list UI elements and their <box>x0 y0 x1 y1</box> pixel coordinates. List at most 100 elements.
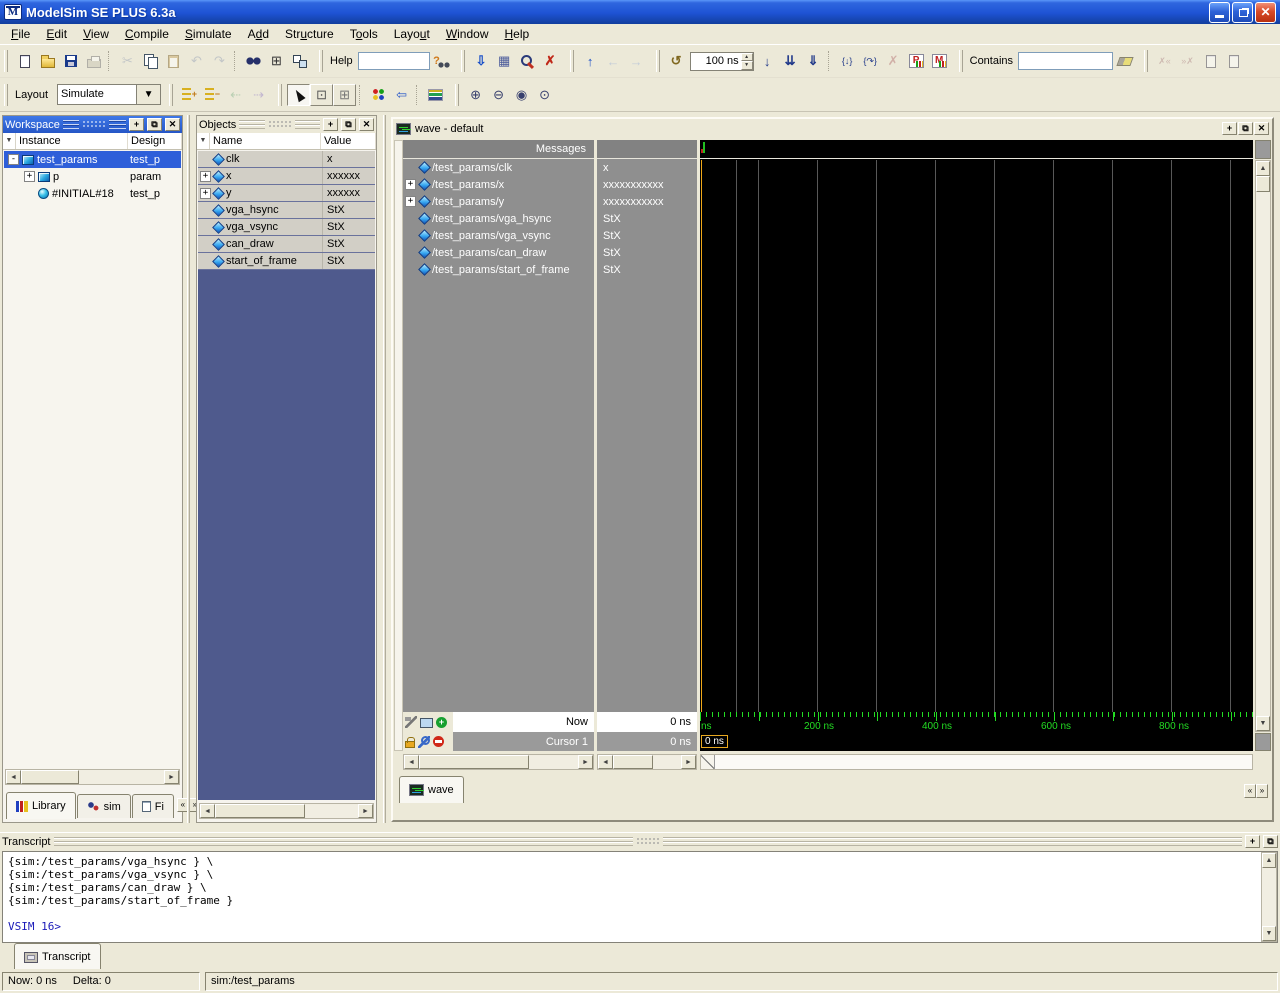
wave-plot-area[interactable] <box>700 140 1253 712</box>
wave-signal-row[interactable]: +/test_params/x <box>403 176 594 193</box>
add-selected-to-wave-icon[interactable]: + <box>178 84 201 106</box>
messages-column-header[interactable]: Messages <box>403 140 594 159</box>
zoom-full-icon[interactable]: ◉ <box>510 84 533 106</box>
restore-button[interactable] <box>1232 2 1253 23</box>
toolbar-grip-icon[interactable] <box>570 50 574 72</box>
simulate-icon[interactable] <box>516 50 539 72</box>
object-row[interactable]: clkx <box>198 151 375 168</box>
wave-titlebar[interactable]: wave - default + ⧉ ✕ <box>393 119 1272 138</box>
scroll-left-icon[interactable]: ◄ <box>6 770 21 784</box>
objects-header[interactable]: Objects + ⧉ ✕ <box>197 116 376 133</box>
workspace-hscrollbar[interactable]: ◄ ► <box>5 769 180 785</box>
menu-window[interactable]: Window <box>438 25 497 43</box>
undock-pane-button[interactable]: ⧉ <box>1263 835 1278 848</box>
expand-icon[interactable]: ⊞ <box>265 50 288 72</box>
timeline-ruler[interactable]: ns 200 ns400 ns600 ns800 ns 0 ns <box>700 712 1253 751</box>
object-row[interactable]: vga_hsyncStX <box>198 202 375 219</box>
object-row[interactable]: start_of_frameStX <box>198 253 375 270</box>
spin-down-icon[interactable]: ▼ <box>741 61 753 70</box>
run-icon[interactable]: ↓ <box>756 50 779 72</box>
lock-cursor-icon[interactable] <box>405 741 415 748</box>
transcript-header[interactable]: Transcript + ⧉ <box>0 833 1280 850</box>
menu-compile[interactable]: Compile <box>117 25 177 43</box>
undock-pane-button[interactable]: ⧉ <box>341 118 356 131</box>
menu-tools[interactable]: Tools <box>342 25 386 43</box>
menu-file[interactable]: File <box>3 25 38 43</box>
cursor-time-flag[interactable]: 0 ns <box>701 735 728 748</box>
open-icon[interactable] <box>36 50 59 72</box>
monitor-icon[interactable] <box>420 718 433 728</box>
toolbar-grip-icon[interactable] <box>278 84 282 106</box>
scroll-thumb[interactable] <box>419 755 529 769</box>
new-file-icon[interactable] <box>13 50 36 72</box>
toolbox-icon[interactable] <box>405 716 417 728</box>
toolbar-grip-icon[interactable] <box>461 50 465 72</box>
scroll-right-icon[interactable]: ► <box>578 755 593 769</box>
wave-signal-row[interactable]: /test_params/clk <box>403 159 594 176</box>
wave-signal-row[interactable]: /test_params/start_of_frame <box>403 261 594 278</box>
tab-scroll-right-icon[interactable]: » <box>1256 784 1268 798</box>
filter-funnel-icon[interactable]: ▼ <box>3 133 16 149</box>
compile-icon[interactable]: ⇩ <box>470 50 493 72</box>
end-simulation-icon[interactable]: ✗ <box>539 50 562 72</box>
run-length-spinner[interactable]: 100 ns▲▼ <box>690 52 754 71</box>
close-pane-button[interactable]: ✕ <box>165 118 180 131</box>
scroll-thumb[interactable] <box>1256 176 1270 192</box>
vertical-splitter[interactable] <box>383 115 386 823</box>
memory-icon[interactable]: M <box>928 50 951 72</box>
stoplight-icon[interactable] <box>367 84 390 106</box>
tab-library[interactable]: Library <box>6 792 76 819</box>
wave-signal-row[interactable]: +/test_params/y <box>403 193 594 210</box>
menu-edit[interactable]: Edit <box>38 25 75 43</box>
column-instance[interactable]: Instance <box>16 133 128 149</box>
run-length-arrows[interactable]: ▲▼ <box>741 53 753 70</box>
workspace-column-header[interactable]: ▼ Instance Design <box>3 133 182 150</box>
hierarchy-icon[interactable] <box>288 50 311 72</box>
scroll-thumb[interactable] <box>613 755 653 769</box>
menu-layout[interactable]: Layout <box>386 25 438 43</box>
values-column-header[interactable] <box>597 140 697 159</box>
scroll-up-icon[interactable]: ▲ <box>1256 161 1270 176</box>
delete-cursor-icon[interactable] <box>433 736 444 747</box>
edit-cursor-icon[interactable] <box>418 736 430 748</box>
scroll-left-icon[interactable]: ◄ <box>598 755 613 769</box>
select-mode-icon[interactable] <box>287 84 310 106</box>
zoom-mode-icon[interactable]: ⊡ <box>310 84 333 106</box>
column-value[interactable]: Value <box>321 133 376 149</box>
help-input[interactable] <box>358 52 430 70</box>
tab-scroll-left-icon[interactable]: « <box>1244 784 1256 798</box>
add-cursor-icon[interactable] <box>436 717 447 728</box>
find-icon[interactable] <box>242 50 265 72</box>
values-hscrollbar[interactable]: ◄ ► <box>597 754 697 770</box>
toolbar-grip-icon[interactable] <box>959 50 963 72</box>
scroll-down-icon[interactable]: ▼ <box>1262 926 1276 941</box>
continue-run-icon[interactable]: ⇊ <box>779 50 802 72</box>
toolbar-grip-icon[interactable] <box>4 50 8 72</box>
step-over-icon[interactable]: {↷} <box>859 50 882 72</box>
wave-cursor-line[interactable] <box>701 160 702 712</box>
expander-plus-icon[interactable]: + <box>405 179 416 190</box>
zoom-pane-button[interactable]: + <box>1245 835 1260 848</box>
menu-structure[interactable]: Structure <box>277 25 342 43</box>
names-hscrollbar[interactable]: ◄ ► <box>403 754 594 770</box>
object-row[interactable]: +yxxxxxx <box>198 185 375 202</box>
expander-plus-icon[interactable]: + <box>200 171 211 182</box>
transcript-vscrollbar[interactable]: ▲ ▼ <box>1261 852 1277 942</box>
eraser-icon[interactable] <box>1113 50 1136 72</box>
scroll-left-icon[interactable]: ◄ <box>200 804 215 818</box>
add-all-to-wave-icon[interactable]: − <box>201 84 224 106</box>
scroll-thumb[interactable] <box>21 770 79 784</box>
zoom-pane-button[interactable]: + <box>1222 122 1237 135</box>
tab-fi[interactable]: Fi <box>132 794 174 818</box>
pan-mode-icon[interactable]: ⊞ <box>333 84 356 106</box>
menu-simulate[interactable]: Simulate <box>177 25 240 43</box>
toolbar-grip-icon[interactable] <box>4 84 8 106</box>
expander-plus-icon[interactable]: + <box>24 171 35 182</box>
tab-wave[interactable]: wave <box>399 776 464 803</box>
menu-view[interactable]: View <box>75 25 117 43</box>
column-design[interactable]: Design <box>128 133 182 149</box>
column-name[interactable]: Name <box>210 133 321 149</box>
zoom-pane-button[interactable]: + <box>323 118 338 131</box>
workspace-tree-row[interactable]: #INITIAL#18test_p <box>4 185 181 202</box>
close-pane-button[interactable]: ✕ <box>1254 122 1269 135</box>
